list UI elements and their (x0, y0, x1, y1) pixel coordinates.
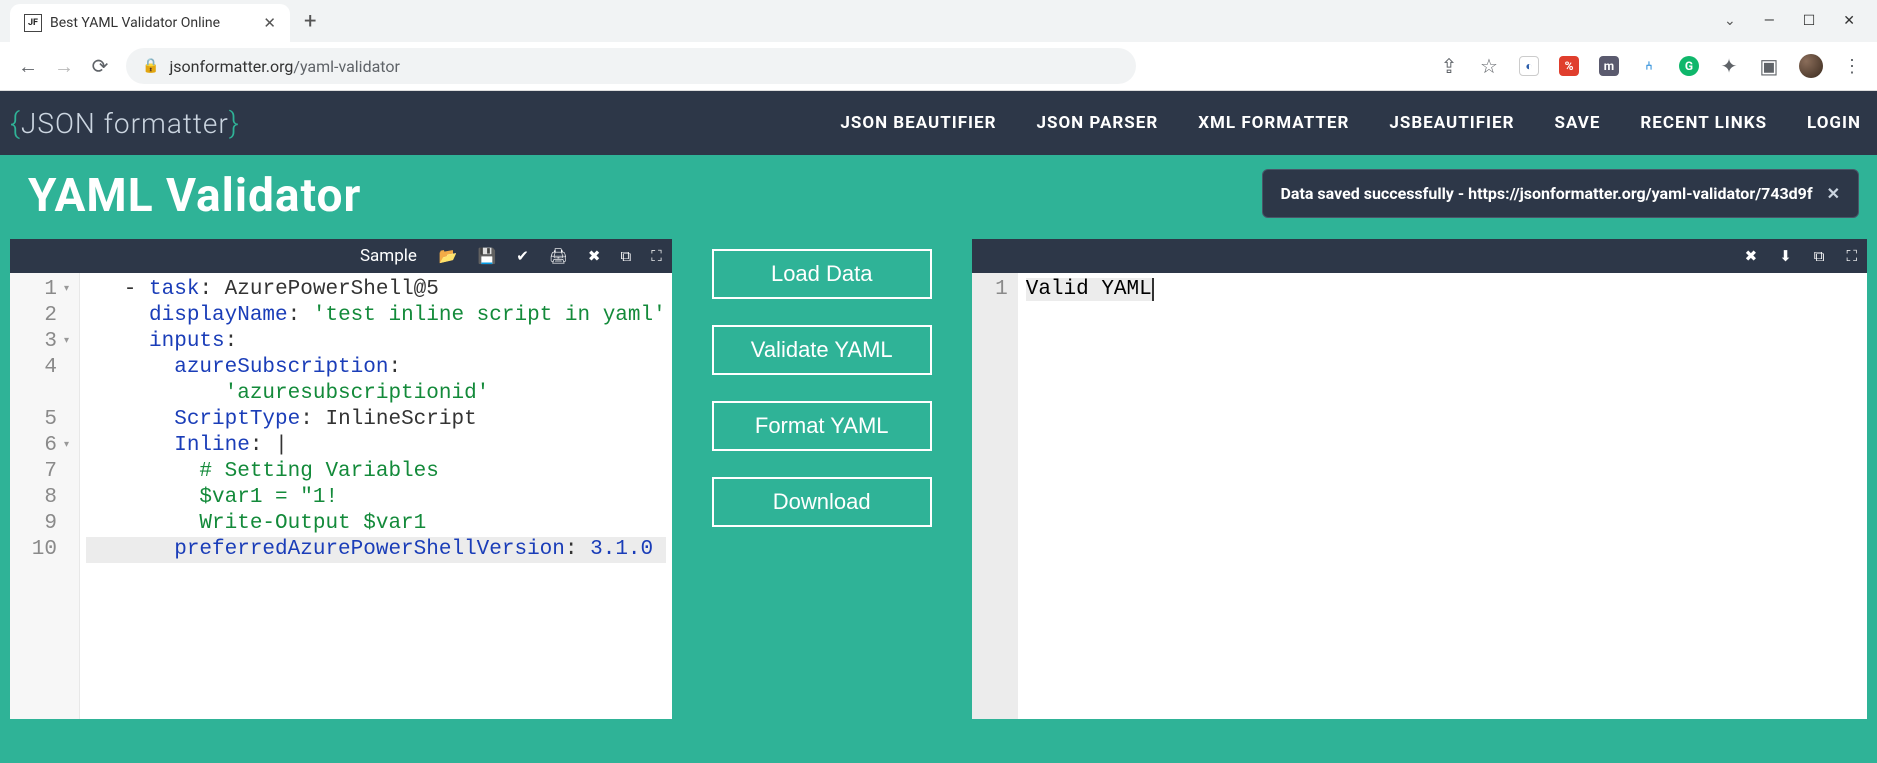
save-icon[interactable]: 💾 (478, 247, 497, 265)
sidepanel-icon[interactable]: ▣ (1759, 54, 1779, 78)
browser-chrome: JF Best YAML Validator Online ✕ + ⌄ — ☐ … (0, 0, 1877, 91)
maximize-icon[interactable]: ☐ (1803, 13, 1816, 29)
tabs-dropdown-icon[interactable]: ⌄ (1724, 13, 1736, 29)
window-controls: ⌄ — ☐ ✕ (1724, 13, 1877, 29)
url-text: jsonformatter.org/yaml-validator (169, 57, 399, 76)
tab-strip: JF Best YAML Validator Online ✕ + ⌄ — ☐ … (0, 0, 1877, 42)
validate-yaml-button[interactable]: Validate YAML (712, 325, 932, 375)
output-content: Valid YAML (1018, 273, 1162, 719)
input-code-content[interactable]: - task: AzurePowerShell@5 displayName: '… (80, 273, 672, 719)
output-code-area[interactable]: 1 Valid YAML (972, 273, 1867, 719)
clear-icon[interactable]: ✖ (588, 247, 601, 265)
print-icon[interactable]: 🖨 (549, 247, 568, 265)
extension-icon-1[interactable]: ◐ (1519, 56, 1539, 76)
toast-close-icon[interactable]: ✕ (1827, 184, 1840, 203)
share-icon[interactable]: ⇪ (1439, 54, 1459, 78)
output-fullscreen-icon[interactable]: ⛶ (1846, 247, 1857, 265)
forward-icon[interactable]: → (54, 54, 74, 79)
extensions-icon[interactable]: ✦ (1719, 54, 1739, 78)
toast-notification: Data saved successfully - https://jsonfo… (1262, 169, 1859, 218)
nav-right: ⇪ ☆ ◐ % m ⑃ G ✦ ▣ ⋮ (1439, 54, 1859, 78)
site-logo[interactable]: {JSON formatter} (10, 106, 240, 141)
output-panel: ✖ ⬇ ⧉ ⛶ 1 Valid YAML (972, 239, 1867, 719)
input-code-area[interactable]: 1▾23▾4 56▾78910 - task: AzurePowerShell@… (10, 273, 672, 719)
workspace: Sample 📂 💾 ✔ 🖨 ✖ ⧉ ⛶ 1▾23▾4 56▾78910 - t… (10, 239, 1867, 719)
open-file-icon[interactable]: 📂 (439, 247, 458, 265)
toast-text: Data saved successfully - https://jsonfo… (1281, 184, 1813, 203)
output-copy-icon[interactable]: ⧉ (1814, 247, 1825, 265)
menu-icon[interactable]: ⋮ (1843, 56, 1859, 77)
fullscreen-icon[interactable]: ⛶ (651, 247, 662, 265)
extension-icon-5[interactable]: G (1679, 56, 1699, 76)
minimize-icon[interactable]: — (1764, 13, 1775, 29)
reload-icon[interactable]: ⟳ (90, 54, 110, 78)
output-clear-icon[interactable]: ✖ (1745, 247, 1758, 265)
download-button[interactable]: Download (712, 477, 932, 527)
nav-bar: ← → ⟳ 🔒 jsonformatter.org/yaml-validator… (0, 42, 1877, 90)
nav-save[interactable]: SAVE (1554, 113, 1600, 133)
favicon: JF (24, 14, 42, 32)
lock-icon: 🔒 (142, 58, 159, 74)
validate-icon[interactable]: ✔ (516, 247, 529, 265)
output-gutter: 1 (972, 273, 1018, 719)
profile-avatar[interactable] (1799, 54, 1823, 78)
bookmark-icon[interactable]: ☆ (1479, 54, 1499, 78)
nav-recent-links[interactable]: RECENT LINKS (1640, 113, 1767, 133)
address-bar[interactable]: 🔒 jsonformatter.org/yaml-validator (126, 48, 1136, 84)
browser-tab[interactable]: JF Best YAML Validator Online ✕ (10, 4, 290, 42)
extension-icon-2[interactable]: % (1559, 56, 1579, 76)
close-window-icon[interactable]: ✕ (1843, 13, 1855, 29)
back-icon[interactable]: ← (18, 54, 38, 79)
format-yaml-button[interactable]: Format YAML (712, 401, 932, 451)
output-download-icon[interactable]: ⬇ (1779, 247, 1792, 265)
nav-json-parser[interactable]: JSON PARSER (1036, 113, 1158, 133)
input-toolbar: Sample 📂 💾 ✔ 🖨 ✖ ⧉ ⛶ (10, 239, 672, 273)
tab-title: Best YAML Validator Online (50, 15, 255, 31)
new-tab-button[interactable]: + (296, 9, 324, 34)
extension-icon-3[interactable]: m (1599, 56, 1619, 76)
output-toolbar: ✖ ⬇ ⧉ ⛶ (972, 239, 1867, 273)
copy-icon[interactable]: ⧉ (620, 247, 631, 265)
extension-icon-4[interactable]: ⑃ (1639, 56, 1659, 76)
nav-xml-formatter[interactable]: XML FORMATTER (1198, 113, 1349, 133)
action-column: Load Data Validate YAML Format YAML Down… (672, 239, 972, 719)
site-header: {JSON formatter} JSON BEAUTIFIER JSON PA… (0, 91, 1877, 155)
nav-jsbeautifier[interactable]: JSBEAUTIFIER (1389, 113, 1514, 133)
input-editor-panel: Sample 📂 💾 ✔ 🖨 ✖ ⧉ ⛶ 1▾23▾4 56▾78910 - t… (10, 239, 672, 719)
site-nav: JSON BEAUTIFIER JSON PARSER XML FORMATTE… (840, 113, 1861, 133)
tab-close-icon[interactable]: ✕ (263, 14, 276, 32)
nav-login[interactable]: LOGIN (1807, 113, 1861, 133)
nav-json-beautifier[interactable]: JSON BEAUTIFIER (840, 113, 996, 133)
sample-link[interactable]: Sample (360, 246, 417, 266)
load-data-button[interactable]: Load Data (712, 249, 932, 299)
input-gutter: 1▾23▾4 56▾78910 (10, 273, 80, 719)
page-body: YAML Validator Data saved successfully -… (0, 155, 1877, 763)
